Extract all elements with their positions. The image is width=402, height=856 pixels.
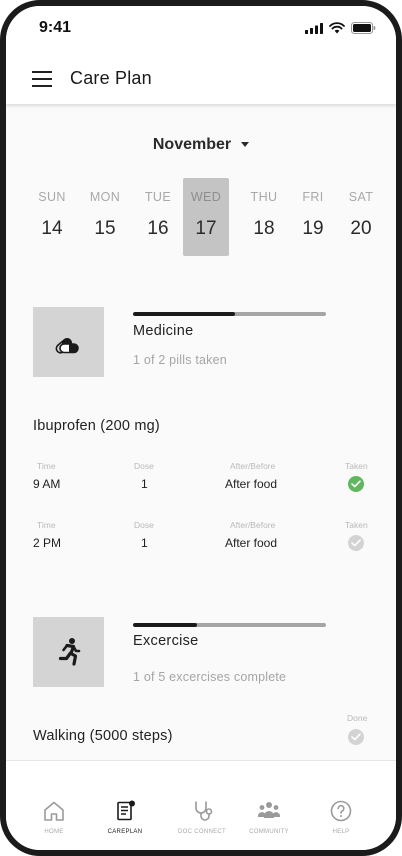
medicine-subtitle: 1 of 2 pills taken [133, 353, 227, 367]
exercise-progress-fill [133, 623, 197, 627]
day-number: 15 [94, 218, 116, 239]
exercise-title: Excercise [133, 633, 199, 649]
day-mon[interactable]: MON 15 [82, 178, 128, 256]
bottom-navigation: HOME CAREPLAN DOC CONNECT COMMUNITY HELP [6, 760, 396, 850]
done-checkmark-icon[interactable] [348, 729, 364, 745]
phone-frame: 9:41 Care Plan November SUN 14 MON 15 TU… [0, 0, 402, 856]
nav-home[interactable]: HOME [17, 799, 91, 835]
status-time: 9:41 [39, 19, 72, 36]
day-of-week: FRI [302, 190, 324, 204]
not-taken-checkmark-icon[interactable] [348, 535, 364, 551]
stethoscope-icon [195, 801, 213, 821]
status-bar: 9:41 [6, 6, 396, 56]
day-sun[interactable]: SUN 14 [29, 178, 75, 256]
medicine-title: Medicine [133, 323, 194, 339]
day-number: 19 [302, 218, 324, 239]
caret-down-icon [241, 142, 250, 148]
home-icon [44, 801, 64, 821]
day-tue[interactable]: TUE 16 [135, 178, 181, 256]
done-column-label: Done [347, 713, 368, 723]
nav-community[interactable]: COMMUNITY [232, 799, 306, 835]
day-thu[interactable]: THU 18 [241, 178, 287, 256]
dose-column-label: Dose [134, 461, 154, 471]
day-sat[interactable]: SAT 20 [338, 178, 384, 256]
time-column-label: Time [37, 461, 56, 471]
after-before-column-label: After/Before [230, 461, 276, 471]
careplan-icon [117, 800, 135, 821]
day-of-week: MON [89, 190, 121, 204]
month-selector[interactable]: November [6, 136, 396, 154]
day-of-week: WED [190, 190, 222, 204]
nav-label: DOC CONNECT [178, 829, 226, 835]
exercise-tile[interactable] [33, 617, 104, 687]
battery-icon [351, 22, 376, 34]
pills-icon [55, 338, 79, 354]
medicine-progress-bar [133, 312, 326, 316]
month-label: November [152, 136, 232, 153]
after-before-column-label: After/Before [230, 520, 276, 530]
community-icon [258, 802, 280, 818]
exercise-progress-bar [133, 623, 326, 627]
day-of-week: TUE [144, 190, 172, 204]
running-icon [58, 638, 80, 666]
status-icons [305, 22, 376, 34]
dose-timing: After food [225, 477, 278, 491]
hamburger-menu-icon[interactable] [32, 71, 52, 87]
nav-careplan[interactable]: CAREPLAN [88, 799, 162, 835]
medicine-progress-fill [133, 312, 236, 316]
time-column-label: Time [37, 520, 56, 530]
day-wed-selected[interactable]: WED 17 [183, 178, 229, 256]
nav-label: HOME [44, 829, 64, 835]
medication-name: Ibuprofen (200 mg) [33, 418, 160, 434]
app-bar: Care Plan [6, 56, 396, 104]
day-number: 17 [195, 218, 217, 239]
day-of-week: SAT [348, 190, 374, 204]
nav-label: CAREPLAN [107, 829, 143, 835]
dose-time: 9 AM [33, 477, 61, 491]
nav-help[interactable]: HELP [304, 799, 378, 835]
day-of-week: SUN [38, 190, 66, 204]
day-of-week: THU [250, 190, 278, 204]
taken-column-label: Taken [345, 461, 368, 471]
week-strip: SUN 14 MON 15 TUE 16 WED 17 THU 18 FRI 1… [25, 178, 381, 258]
dose-row: Time Dose After/Before Taken 9 AM 1 Afte… [33, 461, 373, 501]
cellular-signal-icon [305, 22, 323, 34]
dose-amount: 1 [141, 477, 148, 491]
page-title: Care Plan [70, 68, 152, 88]
nav-label: HELP [332, 829, 350, 835]
nav-doc-connect[interactable]: DOC CONNECT [165, 799, 239, 835]
exercise-name: Walking (5000 steps) [33, 728, 173, 744]
dose-timing: After food [225, 536, 278, 550]
day-number: 20 [350, 218, 372, 239]
taken-checkmark-icon[interactable] [348, 476, 364, 492]
nav-label: COMMUNITY [249, 829, 289, 835]
medicine-tile[interactable] [33, 307, 104, 377]
day-number: 18 [253, 218, 275, 239]
day-fri[interactable]: FRI 19 [290, 178, 336, 256]
dose-time: 2 PM [33, 536, 62, 550]
exercise-subtitle: 1 of 5 excercises complete [133, 670, 287, 684]
dose-row: Time Dose After/Before Taken 2 PM 1 Afte… [33, 520, 373, 560]
dose-column-label: Dose [134, 520, 154, 530]
day-number: 16 [147, 218, 169, 239]
taken-column-label: Taken [345, 520, 368, 530]
day-number: 14 [41, 218, 63, 239]
dose-amount: 1 [141, 536, 148, 550]
wifi-icon [329, 22, 345, 34]
help-icon [330, 800, 352, 822]
